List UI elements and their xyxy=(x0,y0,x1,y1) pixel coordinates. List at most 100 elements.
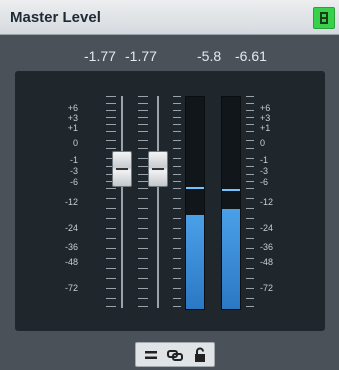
scale-tick xyxy=(246,306,254,307)
scale-tick xyxy=(173,103,181,104)
scale-label: 0 xyxy=(260,138,266,148)
right-fader-handle[interactable] xyxy=(148,151,168,187)
left-fader-readout: -1.77 xyxy=(84,48,116,64)
scale-tick xyxy=(173,110,181,111)
scale-label: +1 xyxy=(260,123,271,133)
scale-tick xyxy=(173,208,181,209)
scale-tick xyxy=(246,124,254,125)
scale-label: -6 xyxy=(69,177,78,187)
lock-icon[interactable] xyxy=(191,347,209,363)
right-peak-readout: -6.61 xyxy=(235,48,267,64)
left-fader-handle[interactable] xyxy=(112,151,132,187)
scale-tick xyxy=(138,198,148,199)
scale-tick xyxy=(246,238,254,239)
scale-tick xyxy=(138,148,148,149)
scale-tick xyxy=(246,198,254,199)
scale-label: -6 xyxy=(260,177,269,187)
window-layout-icon[interactable] xyxy=(313,7,335,29)
scale-tick xyxy=(106,288,116,289)
scale-tick xyxy=(106,208,116,209)
footer-toolbar xyxy=(135,342,215,367)
scale-tick xyxy=(106,124,116,125)
scale-tick xyxy=(106,248,116,249)
scale-label: -24 xyxy=(260,223,274,233)
scale-tick xyxy=(246,96,254,97)
scale-tick xyxy=(138,103,148,104)
scale-tick xyxy=(173,258,181,259)
scale-tick xyxy=(173,268,181,269)
scale-tick xyxy=(173,96,181,97)
scale-label: -12 xyxy=(260,197,274,207)
scale-tick xyxy=(138,228,148,229)
scale-label: -48 xyxy=(260,257,274,267)
scale-tick xyxy=(173,298,181,299)
scale-tick xyxy=(173,228,181,229)
title-bar: Master Level xyxy=(0,0,339,35)
scale-tick xyxy=(246,288,254,289)
level-panel xyxy=(15,71,325,331)
scale-tick xyxy=(246,218,254,219)
scale-tick xyxy=(106,306,116,307)
scale-tick xyxy=(138,131,148,132)
scale-tick xyxy=(173,248,181,249)
scale-tick xyxy=(173,117,181,118)
scale-tick xyxy=(138,248,148,249)
scale-tick xyxy=(138,124,148,125)
scale-tick xyxy=(246,174,254,175)
scale-label: 0 xyxy=(72,138,78,148)
scale-tick xyxy=(106,103,116,104)
scale-tick xyxy=(246,268,254,269)
scale-tick xyxy=(246,140,254,141)
scale-tick xyxy=(138,174,148,175)
scale-tick xyxy=(138,268,148,269)
left-meter xyxy=(185,96,205,310)
scale-tick xyxy=(138,208,148,209)
link-icon[interactable] xyxy=(166,347,184,363)
scale-tick xyxy=(138,140,148,141)
scale-tick xyxy=(173,218,181,219)
left-peak-readout: -5.8 xyxy=(197,48,222,64)
scale-tick xyxy=(173,181,181,182)
scale-label: -1 xyxy=(260,155,269,165)
scale-tick xyxy=(106,268,116,269)
scale-label: -48 xyxy=(64,257,78,267)
scale-label: +6 xyxy=(260,103,271,113)
scale-tick xyxy=(246,158,254,159)
scale-tick xyxy=(106,258,116,259)
scale-label: -12 xyxy=(64,197,78,207)
scale-label: +3 xyxy=(67,113,78,123)
scale-tick xyxy=(138,117,148,118)
scale-tick xyxy=(173,124,181,125)
scale-label: +3 xyxy=(260,113,271,123)
scale-tick xyxy=(106,110,116,111)
scale-tick xyxy=(138,278,148,279)
scale-tick xyxy=(138,298,148,299)
right-fader-track[interactable] xyxy=(157,96,159,308)
equal-icon[interactable] xyxy=(142,347,160,363)
scale-tick xyxy=(173,306,181,307)
scale-tick xyxy=(106,298,116,299)
scale-tick xyxy=(138,181,148,182)
scale-tick xyxy=(246,131,254,132)
window-title: Master Level xyxy=(10,9,101,26)
scale-tick xyxy=(173,166,181,167)
left-fader-track[interactable] xyxy=(121,96,123,308)
scale-tick xyxy=(173,278,181,279)
scale-tick xyxy=(138,188,148,189)
scale-tick xyxy=(173,158,181,159)
scale-tick xyxy=(106,96,116,97)
scale-tick xyxy=(173,131,181,132)
scale-tick xyxy=(106,117,116,118)
scale-label: -3 xyxy=(260,166,269,176)
scale-tick xyxy=(138,258,148,259)
scale-tick xyxy=(138,110,148,111)
scale-tick xyxy=(173,238,181,239)
scale-tick xyxy=(246,110,254,111)
scale-label: -1 xyxy=(69,155,78,165)
scale-tick xyxy=(138,96,148,97)
scale-tick xyxy=(246,148,254,149)
right-meter-fill xyxy=(222,209,240,309)
scale-tick xyxy=(106,140,116,141)
scale-label: -36 xyxy=(64,242,78,252)
scale-tick xyxy=(106,131,116,132)
